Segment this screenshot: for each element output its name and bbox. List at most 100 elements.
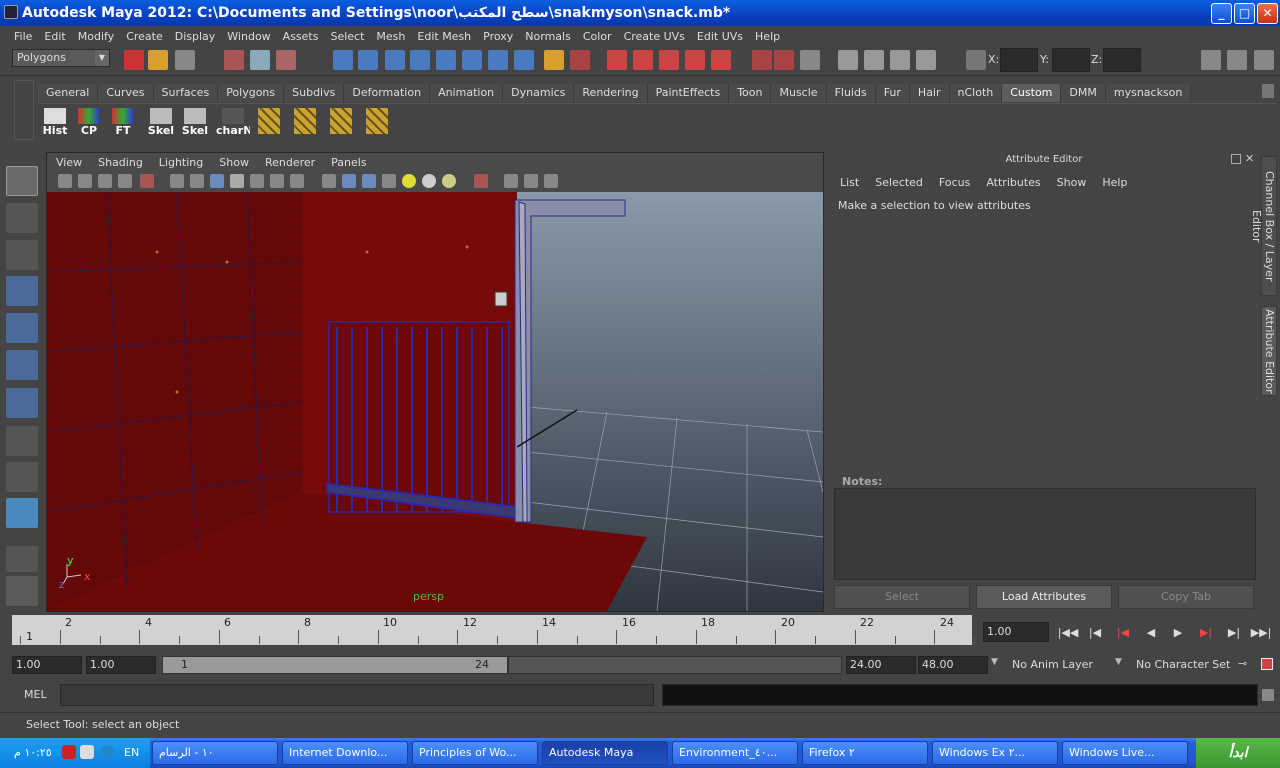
menu-edit-mesh[interactable]: Edit Mesh xyxy=(411,30,477,43)
channel-box-tab[interactable]: Channel Box / Layer Editor xyxy=(1250,156,1277,296)
shelf-button-uv-2[interactable] xyxy=(288,106,322,140)
task-autodesk-maya[interactable]: Autodesk Maya xyxy=(542,741,668,765)
show-attribute-editor-icon[interactable] xyxy=(1201,50,1221,70)
shelf-tab-mysnackson[interactable]: mysnackson xyxy=(1105,84,1192,102)
task-windows-explorer[interactable]: Windows Ex ٢... xyxy=(932,741,1058,765)
select-dynamics-icon[interactable] xyxy=(462,50,482,70)
default-lights-icon[interactable] xyxy=(402,174,416,188)
maximize-button[interactable]: □ xyxy=(1234,3,1255,24)
shelf-tab-general[interactable]: General xyxy=(38,84,99,102)
safe-title-icon[interactable] xyxy=(290,174,304,188)
shelf-button-cp[interactable]: CP xyxy=(72,106,106,140)
menu-help[interactable]: Help xyxy=(749,30,786,43)
x-field[interactable] xyxy=(1000,48,1038,72)
play-backwards-icon[interactable]: ◀ xyxy=(1140,625,1162,641)
mel-label[interactable]: MEL xyxy=(24,688,47,701)
show-channel-box-icon[interactable] xyxy=(1254,50,1274,70)
menu-create[interactable]: Create xyxy=(120,30,169,43)
viewport-menu-shading[interactable]: Shading xyxy=(90,156,151,169)
step-forward-frame-icon[interactable]: ▶| xyxy=(1223,625,1245,641)
shelf-tab-subdivs[interactable]: Subdivs xyxy=(284,84,345,102)
task-environment[interactable]: Environment_٤٠... xyxy=(672,741,798,765)
viewport-menu-renderer[interactable]: Renderer xyxy=(257,156,323,169)
copy-tab-button[interactable]: Copy Tab xyxy=(1118,585,1254,609)
menu-set-dropdown[interactable]: Polygons ▼ xyxy=(12,49,110,67)
transform-mode-icon[interactable] xyxy=(966,50,986,70)
shelf-tab-dmm[interactable]: DMM xyxy=(1061,84,1106,102)
shelf-button-uv-4[interactable] xyxy=(360,106,394,140)
shelf-tab-rendering[interactable]: Rendering xyxy=(574,84,648,102)
snap-view-plane-icon[interactable] xyxy=(685,50,705,70)
animation-preferences-icon[interactable] xyxy=(1261,658,1273,670)
output-history-icon[interactable] xyxy=(774,50,794,70)
shelf-tab-fur[interactable]: Fur xyxy=(875,84,910,102)
step-forward-key-icon[interactable]: ▶| xyxy=(1195,625,1217,641)
shelf-tab-toon[interactable]: Toon xyxy=(729,84,772,102)
language-indicator[interactable]: EN xyxy=(124,746,139,759)
menu-file[interactable]: File xyxy=(8,30,38,43)
network-tray-icon[interactable] xyxy=(100,745,114,759)
volume-tray-icon[interactable] xyxy=(80,745,94,759)
minimize-button[interactable]: _ xyxy=(1211,3,1232,24)
safe-action-icon[interactable] xyxy=(270,174,284,188)
menu-proxy[interactable]: Proxy xyxy=(477,30,519,43)
menu-normals[interactable]: Normals xyxy=(519,30,577,43)
playback-start-field[interactable]: 1.00 xyxy=(86,656,156,674)
textured-icon[interactable] xyxy=(382,174,396,188)
step-back-frame-icon[interactable]: |◀ xyxy=(1084,625,1106,641)
lasso-tool-icon[interactable] xyxy=(6,203,38,233)
select-surfaces-icon[interactable] xyxy=(410,50,430,70)
rotate-tool-icon[interactable] xyxy=(6,313,38,343)
image-plane-icon[interactable] xyxy=(118,174,132,188)
render-view-icon[interactable] xyxy=(838,50,858,70)
input-history-icon[interactable] xyxy=(752,50,772,70)
shelf-button-ft[interactable]: FT xyxy=(106,106,140,140)
xray-joints-icon[interactable] xyxy=(524,174,538,188)
bookmark-icon[interactable] xyxy=(98,174,112,188)
clock[interactable]: ١٠:٢٥ م xyxy=(14,746,52,759)
shelf-tab-polygons[interactable]: Polygons xyxy=(218,84,285,102)
select-joints-icon[interactable] xyxy=(358,50,378,70)
shelf-tab-painteffects[interactable]: PaintEffects xyxy=(647,84,730,102)
menu-mesh[interactable]: Mesh xyxy=(370,30,411,43)
backface-culling-icon[interactable] xyxy=(544,174,558,188)
play-forwards-icon[interactable]: ▶ xyxy=(1167,625,1189,641)
soft-modification-icon[interactable] xyxy=(6,426,38,456)
select-curves-icon[interactable] xyxy=(385,50,405,70)
shelf-button-uv-1[interactable] xyxy=(252,106,286,140)
float-panel-icon[interactable] xyxy=(1231,154,1241,164)
wireframe-icon[interactable] xyxy=(322,174,336,188)
camera-icon[interactable] xyxy=(58,174,72,188)
show-tool-settings-icon[interactable] xyxy=(1227,50,1247,70)
outliner-layout-icon[interactable] xyxy=(6,576,38,606)
animation-start-field[interactable]: 1.00 xyxy=(12,656,82,674)
range-slider-track[interactable] xyxy=(508,656,842,674)
mel-command-input[interactable] xyxy=(60,684,654,706)
menu-edit[interactable]: Edit xyxy=(38,30,71,43)
time-slider[interactable] xyxy=(12,615,972,645)
antivirus-tray-icon[interactable] xyxy=(62,745,76,759)
notes-textarea[interactable] xyxy=(834,488,1256,580)
task-paint[interactable]: ١٠ - الرسام xyxy=(152,741,278,765)
shelf-tab-animation[interactable]: Animation xyxy=(430,84,504,102)
universal-manipulator-icon[interactable] xyxy=(6,388,38,418)
playback-end-field[interactable]: 24.00 xyxy=(846,656,916,674)
attribute-editor-tab[interactable]: Attribute Editor xyxy=(1261,306,1277,396)
task-firefox[interactable]: Firefox ٢ xyxy=(802,741,928,765)
character-set-dropdown[interactable]: No Character Set xyxy=(1136,658,1230,671)
wireframe-on-shaded-icon[interactable] xyxy=(362,174,376,188)
anim-layer-dropdown[interactable]: No Anim Layer xyxy=(1012,658,1093,671)
close-button[interactable]: ✕ xyxy=(1257,3,1278,24)
last-tool-icon[interactable] xyxy=(6,498,38,528)
y-field[interactable] xyxy=(1052,48,1090,72)
load-attributes-button[interactable]: Load Attributes xyxy=(976,585,1112,609)
pick-mask-icon[interactable] xyxy=(333,50,353,70)
snap-curve-icon[interactable] xyxy=(633,50,653,70)
menu-window[interactable]: Window xyxy=(221,30,276,43)
render-current-frame-icon[interactable] xyxy=(864,50,884,70)
save-scene-icon[interactable] xyxy=(175,50,195,70)
make-live-icon[interactable] xyxy=(711,50,731,70)
menu-display[interactable]: Display xyxy=(169,30,222,43)
highlight-selection-icon[interactable] xyxy=(570,50,590,70)
menu-assets[interactable]: Assets xyxy=(277,30,325,43)
